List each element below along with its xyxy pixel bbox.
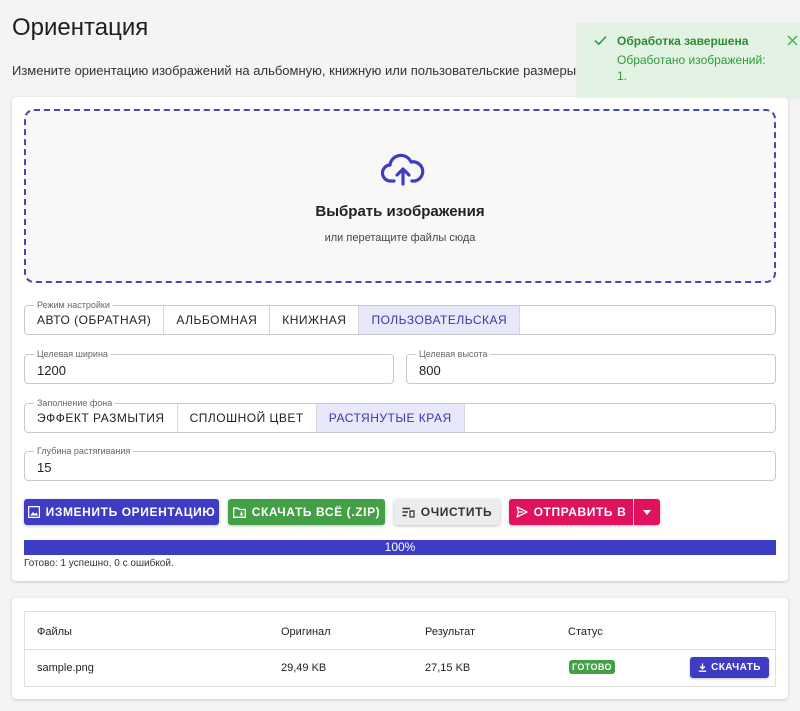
cell-result-size: 27,15 KB (425, 662, 471, 674)
close-icon[interactable] (787, 35, 798, 46)
image-dropzone[interactable]: Выбрать изображения или перетащите файлы… (24, 109, 776, 283)
progress-status: Готово: 1 успешно, 0 с ошибкой. (24, 558, 174, 569)
mode-option-portrait[interactable]: Книжная (270, 306, 360, 334)
target-width-field[interactable]: Целевая ширина 1200 (24, 348, 394, 384)
fill-option-stretch[interactable]: Растянутые края (316, 404, 465, 432)
download-icon (698, 663, 707, 672)
toast-message: Обработано изображений: 1. (617, 53, 766, 83)
page-subtitle: Измените ориентацию изображений на альбо… (12, 63, 587, 78)
target-height-value: 800 (419, 363, 441, 378)
progress-text: 100% (384, 540, 416, 554)
target-height-label: Целевая высота (416, 348, 491, 360)
status-badge: Готово (569, 660, 615, 674)
dropzone-hint: или перетащите файлы сюда (324, 232, 476, 244)
stretch-depth-value: 15 (37, 460, 52, 475)
rotate-button-label: Изменить ориентацию (45, 505, 216, 519)
target-height-field[interactable]: Целевая высота 800 (406, 348, 776, 384)
header-result: Результат (425, 626, 476, 638)
header-files: Файлы (37, 626, 72, 638)
fill-selector: Заполнение фона Эффект размытия Сплошной… (24, 397, 776, 433)
progress-bar: 100% (24, 540, 776, 555)
download-file-label: Скачать (711, 662, 761, 673)
stretch-depth-field[interactable]: Глубина растягивания 15 (24, 445, 776, 481)
dropzone-title: Выбрать изображения (315, 203, 485, 220)
folder-zip-icon (232, 507, 246, 518)
page-title: Ориентация (12, 14, 149, 41)
rotate-button[interactable]: Изменить ориентацию (24, 499, 219, 525)
results-table: Файлы Оригинал Результат Статус sample.p… (24, 611, 776, 687)
settings-card: Выбрать изображения или перетащите файлы… (12, 97, 788, 581)
target-width-label: Целевая ширина (34, 348, 111, 360)
download-zip-label: Скачать всё (.ZIP) (251, 505, 381, 519)
mode-selector: Режим настройки Авто (обратная) Альбомна… (24, 299, 776, 335)
clear-list-icon (402, 507, 415, 518)
cell-file-name: sample.png (37, 662, 94, 674)
send-to-label: Отправить в (533, 505, 627, 519)
toast-title: Обработка завершена (617, 34, 749, 48)
row-divider (25, 649, 775, 650)
image-icon (27, 506, 40, 518)
caret-down-icon (643, 509, 651, 515)
fill-option-solid[interactable]: Сплошной цвет (178, 404, 317, 432)
cell-original-size: 29,49 KB (281, 662, 327, 674)
send-to-button[interactable]: Отправить в (509, 499, 633, 525)
mode-option-custom[interactable]: Пользовательская (359, 306, 521, 334)
fill-legend: Заполнение фона (34, 397, 116, 409)
mode-option-landscape[interactable]: Альбомная (164, 306, 271, 334)
stretch-depth-label: Глубина растягивания (34, 445, 134, 457)
download-file-button[interactable]: Скачать (690, 657, 769, 678)
send-icon (515, 506, 528, 518)
cloud-upload-icon (381, 153, 425, 186)
clear-button[interactable]: Очистить (394, 499, 500, 525)
header-original: Оригинал (281, 626, 331, 638)
results-card: Файлы Оригинал Результат Статус sample.p… (12, 598, 788, 699)
header-status: Статус (568, 626, 603, 638)
target-width-value: 1200 (37, 363, 66, 378)
check-icon (594, 35, 607, 46)
mode-legend: Режим настройки (34, 299, 113, 311)
success-toast: Обработка завершена Обработано изображен… (577, 23, 800, 97)
clear-button-label: Очистить (420, 505, 493, 519)
download-zip-button[interactable]: Скачать всё (.ZIP) (228, 499, 385, 525)
send-to-dropdown-button[interactable] (634, 499, 660, 525)
